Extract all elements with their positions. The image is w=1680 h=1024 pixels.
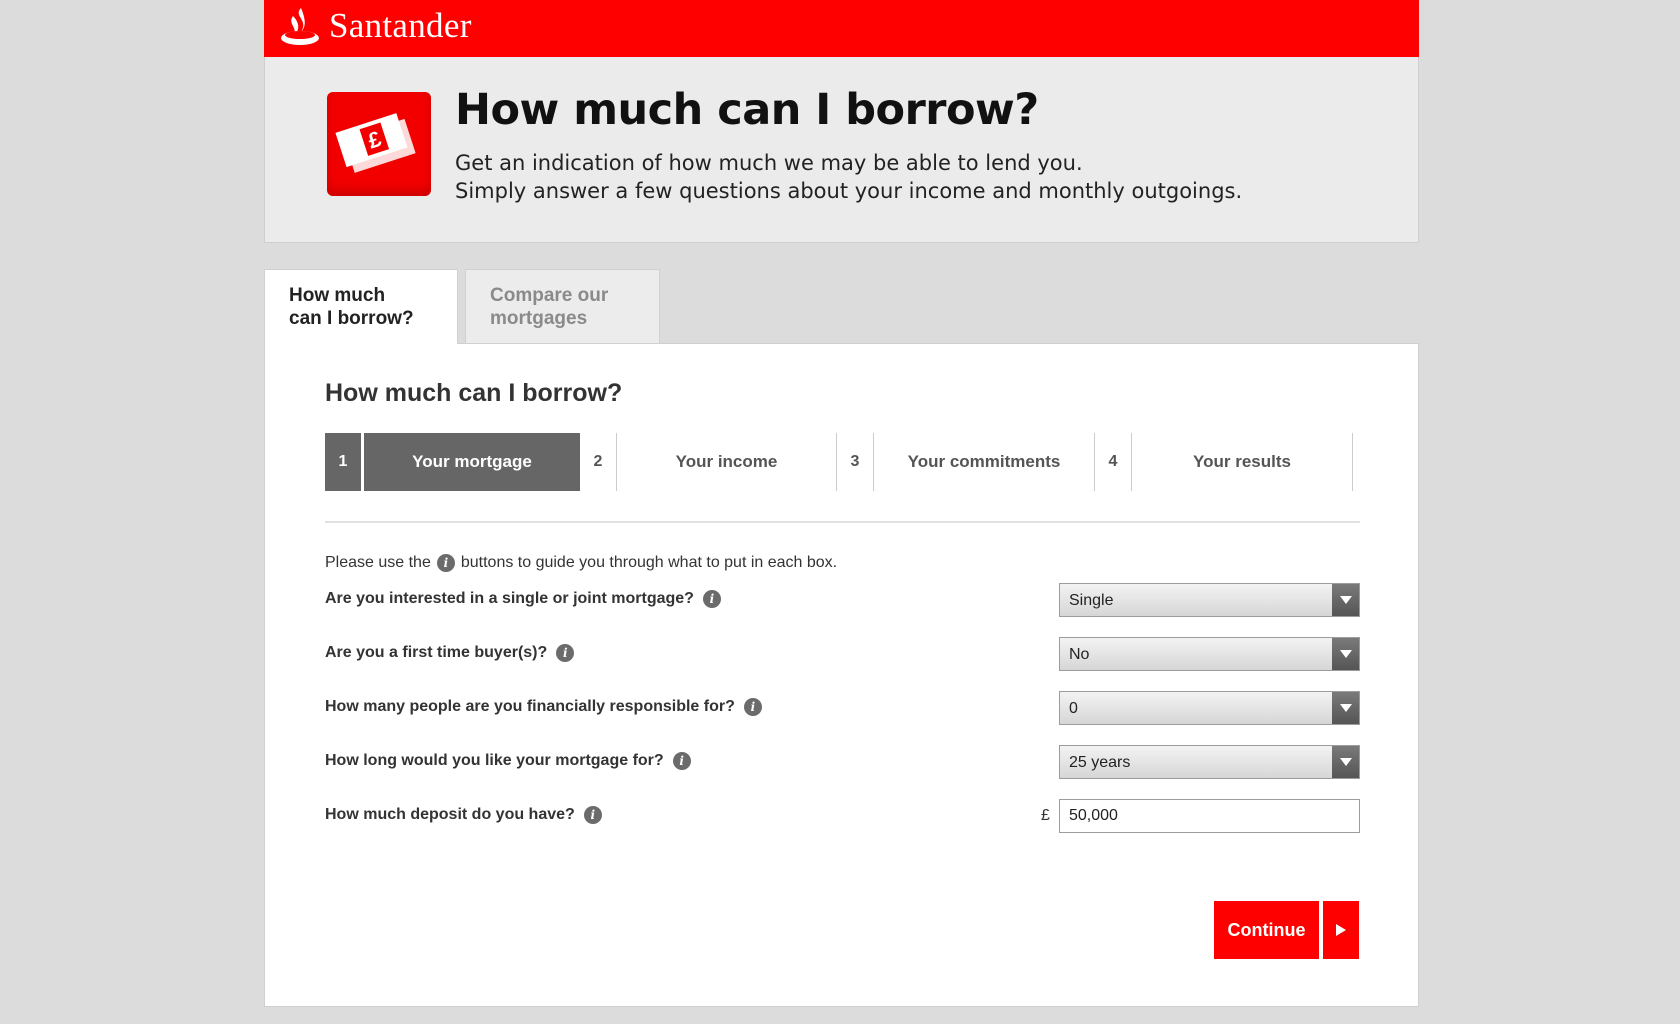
brand-bar: Santander xyxy=(264,0,1419,57)
mortgage-type-select[interactable]: Single xyxy=(1059,583,1360,617)
question-row-mortgage-type: Are you interested in a single or joint … xyxy=(325,583,1360,617)
question-label: How long would you like your mortgage fo… xyxy=(325,752,691,770)
tab-compare-our-mortgages[interactable]: Compare our mortgages xyxy=(465,269,660,343)
question-row-first-time-buyer: Are you a first time buyer(s)? i No xyxy=(325,637,1360,671)
question-text: Are you a first time buyer(s)? xyxy=(325,644,548,661)
info-icon[interactable]: i xyxy=(556,644,575,662)
step-4-your-results: Your results xyxy=(1131,433,1353,491)
hint-text-after: buttons to guide you through what to put… xyxy=(460,554,838,571)
step-1-your-mortgage: Your mortgage xyxy=(364,433,580,491)
play-arrow-icon xyxy=(1323,901,1359,959)
info-icon: i xyxy=(436,554,455,572)
question-row-dependants: How many people are you financially resp… xyxy=(325,691,1360,725)
question-row-deposit: How much deposit do you have? i £ xyxy=(325,799,1360,833)
question-text: How much deposit do you have? xyxy=(325,806,575,823)
tab-label-line2: mortgages xyxy=(490,308,588,329)
panel-title: How much can I borrow? xyxy=(325,379,623,407)
tab-label-line1: Compare our xyxy=(490,285,609,306)
hero-title: How much can I borrow? xyxy=(455,85,1039,135)
hero-subtitle-line1: Get an indication of how much we may be … xyxy=(455,151,1083,175)
question-text: How long would you like your mortgage fo… xyxy=(325,752,664,769)
hero-subtitle: Get an indication of how much we may be … xyxy=(455,149,1242,205)
question-label: How many people are you financially resp… xyxy=(325,698,762,716)
santander-logo[interactable]: Santander xyxy=(279,6,472,46)
question-text: Are you interested in a single or joint … xyxy=(325,590,694,607)
step-2-number: 2 xyxy=(593,453,603,470)
help-hint: Please use the i buttons to guide you th… xyxy=(325,554,837,572)
info-icon[interactable]: i xyxy=(702,590,721,608)
flame-logo-icon xyxy=(281,8,319,45)
question-text: How many people are you financially resp… xyxy=(325,698,735,715)
hero-banner: £ How much can I borrow? Get an indicati… xyxy=(264,57,1419,243)
tab-bar: How much can I borrow? Compare our mortg… xyxy=(264,269,660,344)
mortgage-term-select[interactable]: 25 years xyxy=(1059,745,1360,779)
chevron-down-icon xyxy=(1332,584,1359,616)
divider xyxy=(325,521,1360,523)
info-icon[interactable]: i xyxy=(672,752,691,770)
hint-text-before: Please use the xyxy=(325,554,431,571)
continue-button[interactable]: Continue xyxy=(1214,901,1359,959)
info-icon[interactable]: i xyxy=(743,698,762,716)
step-2-your-income: Your income xyxy=(616,433,837,491)
question-label: Are you a first time buyer(s)? i xyxy=(325,644,575,662)
question-label: Are you interested in a single or joint … xyxy=(325,590,721,608)
step-3-number: 3 xyxy=(850,453,860,470)
currency-symbol: £ xyxy=(1041,807,1050,824)
question-label: How much deposit do you have? i xyxy=(325,806,602,824)
continue-label: Continue xyxy=(1214,901,1319,959)
question-row-mortgage-term: How long would you like your mortgage fo… xyxy=(325,745,1360,779)
chevron-down-icon xyxy=(1332,638,1359,670)
chevron-down-icon xyxy=(1332,692,1359,724)
first-time-buyer-select[interactable]: No xyxy=(1059,637,1360,671)
progress-steps: 1 Your mortgage 2 Your income 3 Your com… xyxy=(325,433,1360,491)
tab-how-much-can-i-borrow[interactable]: How much can I borrow? xyxy=(264,269,458,344)
step-4-number: 4 xyxy=(1108,453,1118,470)
dependants-select[interactable]: 0 xyxy=(1059,691,1360,725)
calculator-panel: How much can I borrow? 1 Your mortgage 2… xyxy=(264,343,1419,1007)
select-value: 25 years xyxy=(1069,754,1131,771)
step-1-number: 1 xyxy=(325,433,361,491)
banknotes-pound-icon: £ xyxy=(327,92,431,196)
brand-name: Santander xyxy=(329,6,472,45)
select-value: 0 xyxy=(1069,700,1078,717)
select-value: No xyxy=(1069,646,1090,663)
tab-label-line2: can I borrow? xyxy=(289,308,414,329)
page: Santander £ How much can I borrow? Get a… xyxy=(264,0,1419,1007)
info-icon[interactable]: i xyxy=(583,806,602,824)
deposit-input[interactable] xyxy=(1059,799,1360,833)
hero-subtitle-line2: Simply answer a few questions about your… xyxy=(455,179,1243,203)
tab-label-line1: How much xyxy=(289,285,386,306)
chevron-down-icon xyxy=(1332,746,1359,778)
step-3-your-commitments: Your commitments xyxy=(873,433,1095,491)
select-value: Single xyxy=(1069,592,1114,609)
